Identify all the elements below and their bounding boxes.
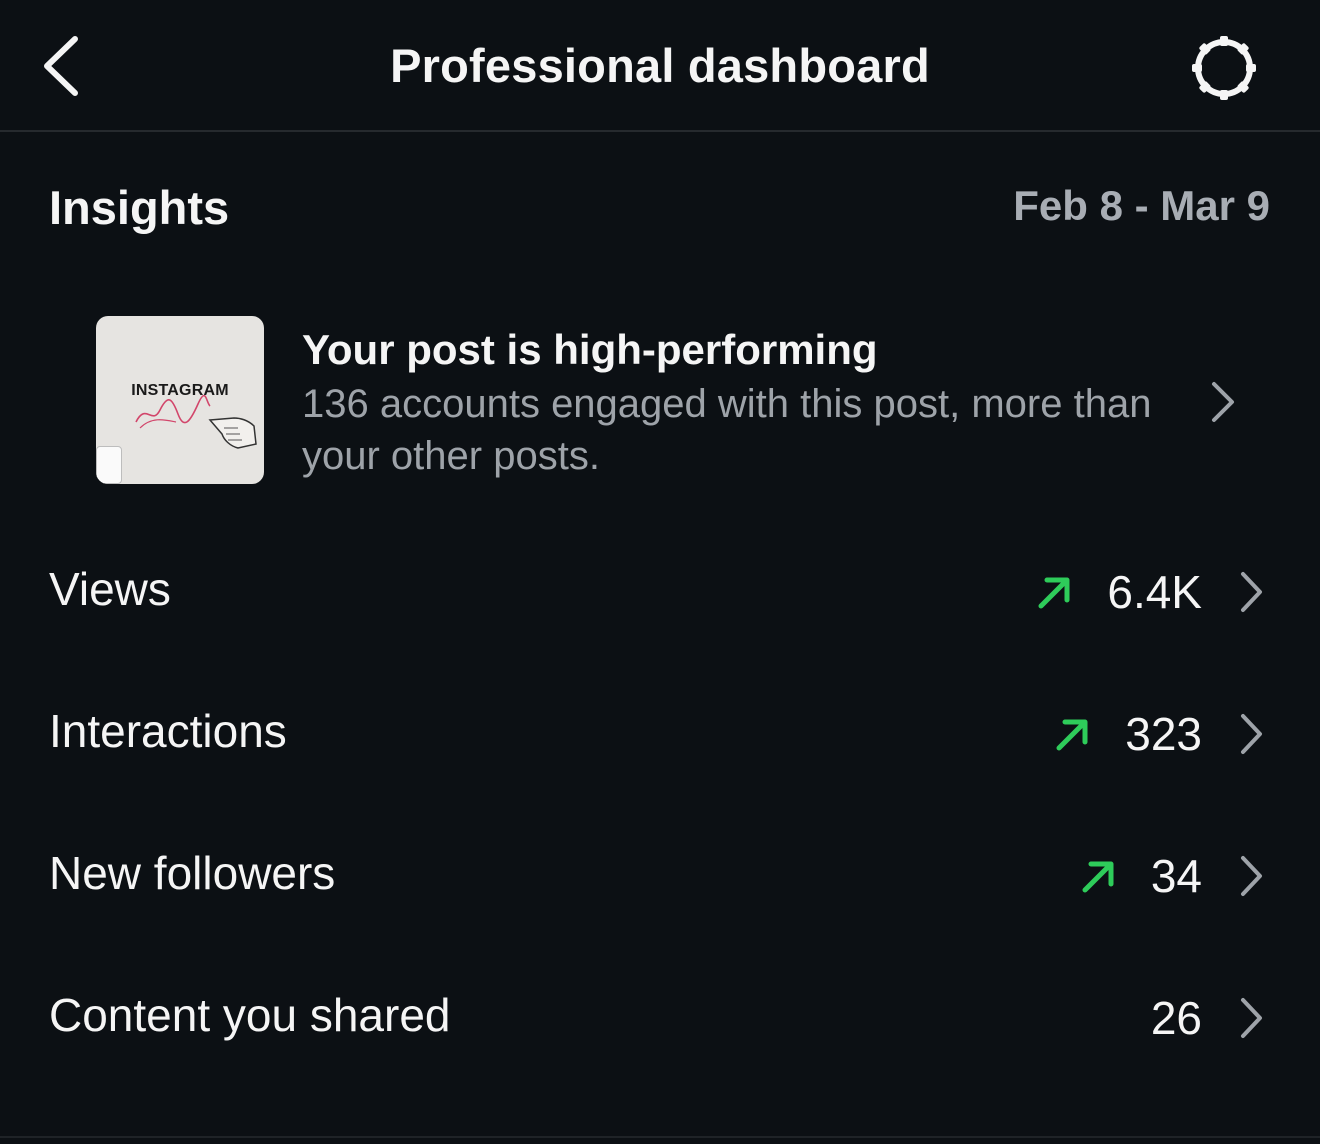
date-range-selector[interactable]: Feb 8 - Mar 9	[1013, 182, 1270, 230]
pointing-hand-icon	[208, 417, 257, 449]
metric-label: Interactions	[49, 705, 287, 757]
settings-button[interactable]	[1184, 28, 1264, 108]
metric-value-group: 26	[1151, 988, 1264, 1048]
metric-value: 26	[1150, 992, 1202, 1044]
metric-label: New followers	[49, 847, 336, 899]
metric-row-content-shared[interactable]: Content you shared 26	[0, 962, 1320, 1072]
card-description: 136 accounts engaged with this post, mor…	[302, 382, 1152, 478]
script-scribble-icon	[135, 394, 211, 429]
metric-value-group: 323	[1053, 704, 1264, 764]
trend-up-icon	[1079, 856, 1119, 896]
metric-value: 34	[1150, 850, 1202, 902]
metric-label: Views	[49, 563, 171, 615]
page-title: Professional dashboard	[390, 39, 930, 92]
bottom-divider	[0, 1136, 1320, 1138]
metric-value-group: 34	[1079, 846, 1264, 906]
chevron-right-icon	[1238, 996, 1264, 1040]
metric-row-new-followers[interactable]: New followers 34	[0, 820, 1320, 930]
chevron-right-icon	[1238, 854, 1264, 898]
phone-mockup-icon	[96, 446, 122, 484]
gear-icon	[1192, 36, 1256, 100]
metric-label: Content you shared	[49, 989, 451, 1041]
high-performing-post-card[interactable]: INSTAGRAM Your post is high-performing 1…	[96, 316, 1276, 486]
card-title: Your post is high-performing	[302, 326, 878, 373]
professional-dashboard-screen: Professional dashboard Insights Feb 8 - …	[0, 0, 1320, 1144]
metric-value-group: 6.4K	[1035, 562, 1264, 622]
metric-row-interactions[interactable]: Interactions 323	[0, 678, 1320, 788]
trend-up-icon	[1053, 714, 1093, 754]
chevron-right-icon	[1238, 570, 1264, 614]
insights-heading: Insights	[49, 181, 230, 234]
metric-row-views[interactable]: Views 6.4K	[0, 536, 1320, 646]
top-bar: Professional dashboard	[0, 0, 1320, 132]
post-thumbnail: INSTAGRAM	[96, 316, 264, 484]
metric-value: 323	[1125, 708, 1202, 760]
chevron-right-icon	[1238, 712, 1264, 756]
trend-up-icon	[1035, 572, 1075, 612]
metric-value: 6.4K	[1107, 566, 1202, 618]
chevron-right-icon	[1212, 382, 1234, 422]
